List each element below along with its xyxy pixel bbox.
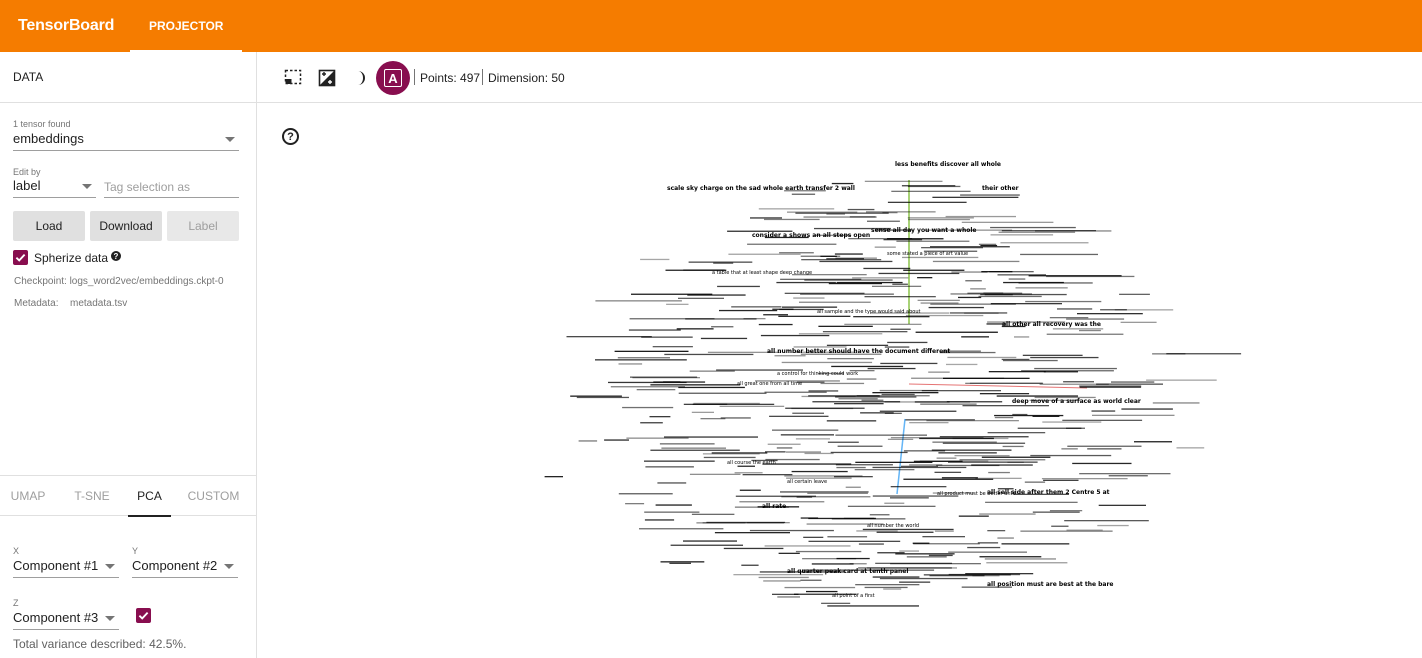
dimension-count: Dimension: 50 [488, 71, 565, 85]
chevron-down-icon [105, 616, 115, 621]
tab-projector[interactable]: PROJECTOR [130, 0, 243, 52]
point-label[interactable]: a table that at least shape deep change [712, 271, 812, 276]
chevron-down-icon [82, 184, 92, 189]
chevron-down-icon [105, 564, 115, 569]
y-axis-label: Y [132, 546, 139, 556]
tab-custom[interactable]: CUSTOM [171, 476, 256, 516]
chevron-down-icon [224, 564, 234, 569]
point-label[interactable]: sense all day you want a whole [871, 228, 976, 234]
edit-by-value: label [13, 178, 41, 193]
point-label[interactable]: all certain leave [787, 480, 827, 485]
point-label[interactable]: all number the world [867, 524, 919, 529]
spherize-label: Spherize data [34, 251, 109, 265]
variance-text: Total variance described: 42.5%. [13, 637, 187, 651]
x-component-select[interactable]: Component #1 [13, 558, 119, 578]
point-label[interactable]: all quarter peak card at tenth panel [787, 569, 908, 575]
moon-icon[interactable] [352, 69, 370, 87]
point-label[interactable]: all sell side after them 2 Centre 5 at [987, 490, 1110, 496]
points-count: Points: 497 [420, 71, 481, 85]
edit-by-select[interactable]: label [13, 178, 96, 198]
tab-umap[interactable]: UMAP [0, 476, 56, 516]
y-component-select[interactable]: Component #2 [132, 558, 238, 578]
top-app-bar: TensorBoard PROJECTOR [0, 0, 1422, 52]
point-label[interactable]: all rate [762, 504, 786, 510]
app-title: TensorBoard [18, 17, 115, 34]
metadata-label: Metadata: [14, 298, 59, 309]
point-label[interactable]: less benefits discover all whole [895, 162, 1001, 168]
tag-selection-placeholder: Tag selection as [104, 180, 191, 194]
tensor-select[interactable]: embeddings [13, 131, 239, 151]
tag-selection-input[interactable]: Tag selection as [104, 180, 239, 198]
checkpoint-text: Checkpoint: logs_word2vec/embeddings.ckp… [14, 276, 224, 287]
edit-by-label: Edit by [13, 167, 41, 177]
label-button[interactable]: Label [167, 211, 239, 241]
chevron-down-icon [225, 137, 235, 142]
point-label[interactable]: all number better should have the docume… [767, 349, 950, 355]
point-label[interactable]: all position must are best at the bare [987, 582, 1114, 588]
download-button[interactable]: Download [90, 211, 162, 241]
label-toggle-icon[interactable]: A [376, 61, 410, 95]
point-label[interactable]: all other all recovery was the [1002, 322, 1101, 328]
z-component-select[interactable]: Component #3 [13, 610, 119, 630]
projector-toolbar: A Points: 497 Dimension: 50 [257, 52, 1422, 103]
tensor-select-value: embeddings [13, 131, 84, 146]
selection-box-icon[interactable] [284, 69, 302, 87]
tab-tsne[interactable]: T-SNE [56, 476, 128, 516]
axis-line-z [896, 418, 906, 495]
checkmark-icon [138, 611, 149, 620]
label-noise [544, 180, 1242, 607]
tensor-count-label: 1 tensor found [13, 119, 71, 129]
metadata-value: metadata.tsv [70, 298, 128, 309]
toolbar-divider [482, 69, 483, 85]
x-axis-label: X [13, 546, 20, 556]
point-label[interactable]: some stated a piece of art value [887, 252, 968, 257]
point-label[interactable]: all sample and the type would said about [817, 310, 920, 315]
z-axis-label: Z [13, 598, 19, 608]
point-label[interactable]: consider a shows an all steps open [752, 233, 870, 239]
point-label[interactable]: deep move of a surface as world clear [1012, 399, 1141, 405]
projection-canvas[interactable]: ? less benefits discover all whole scale … [257, 104, 1422, 658]
point-label[interactable]: scale sky charge on the sad whole earth … [667, 186, 855, 192]
point-label[interactable]: their other [982, 186, 1019, 192]
x-component-value: Component #1 [13, 558, 99, 573]
point-label[interactable]: all great one from all time [737, 382, 802, 387]
y-component-value: Component #2 [132, 558, 218, 573]
point-label[interactable]: all course the earth [727, 461, 776, 466]
data-panel: DATA 1 tensor found embeddings Edit by l… [0, 52, 257, 658]
checkmark-icon [15, 253, 26, 262]
toolbar-divider [414, 69, 415, 85]
spherize-checkbox[interactable] [13, 250, 28, 265]
z-enable-checkbox[interactable] [136, 608, 151, 623]
help-icon[interactable]: ? [111, 251, 121, 261]
point-label[interactable]: a control for thinking could work [777, 372, 858, 377]
point-label[interactable]: all point of a first [832, 594, 875, 599]
projection-tabs: UMAP T-SNE PCA CUSTOM [0, 475, 256, 517]
night-mode-contrast-icon[interactable] [318, 69, 336, 87]
tab-pca[interactable]: PCA [128, 476, 171, 517]
data-section-title: DATA [0, 52, 256, 103]
label-toggle-text: A [384, 69, 402, 87]
load-button[interactable]: Load [13, 211, 85, 241]
z-component-value: Component #3 [13, 610, 99, 625]
